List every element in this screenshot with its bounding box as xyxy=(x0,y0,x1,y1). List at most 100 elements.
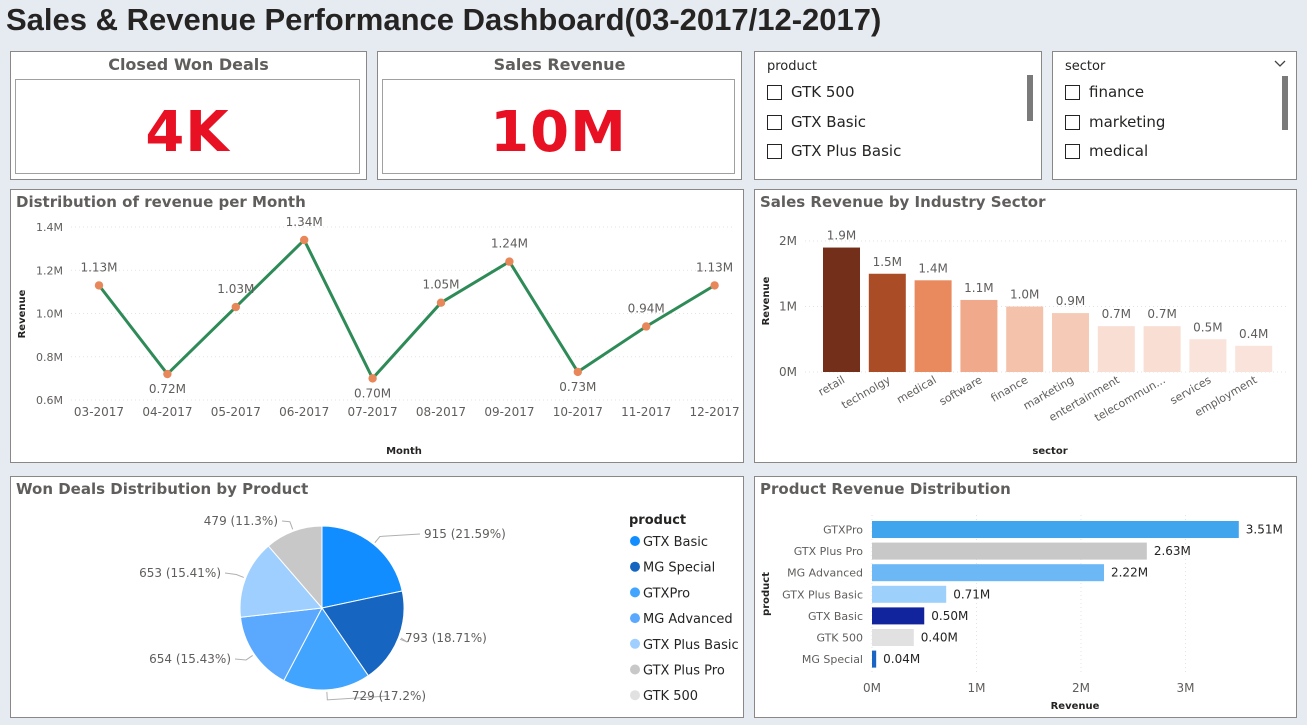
y-tick-label: 2M xyxy=(779,234,797,248)
x-tick-label: 04-2017 xyxy=(142,405,192,419)
sector-bar xyxy=(868,273,906,372)
x-tick-label: 03-2017 xyxy=(74,405,124,419)
slicer-header: sector xyxy=(1065,59,1106,74)
revenue-per-month-chart[interactable]: Distribution of revenue per Month 0.6M 0.… xyxy=(10,189,744,463)
sector-bar xyxy=(823,247,860,372)
y-tick-label: 1.0M xyxy=(36,308,63,321)
chevron-down-icon[interactable] xyxy=(1274,60,1286,68)
product-bar xyxy=(872,542,1147,560)
data-label: 1.13M xyxy=(80,260,117,274)
legend-label: MG Advanced xyxy=(643,612,733,627)
x-tick-label: technolgy xyxy=(839,373,893,412)
y-tick-label: 0.6M xyxy=(36,394,63,407)
data-label: 0.71M xyxy=(953,587,990,601)
x-tick-label: 2M xyxy=(1072,681,1090,695)
y-tick-label: MG Special xyxy=(802,653,863,666)
legend-marker xyxy=(630,690,640,701)
checkbox[interactable] xyxy=(767,84,782,100)
data-point xyxy=(505,257,514,266)
slicer-item-gtk-500[interactable]: GTK 500 xyxy=(767,83,855,101)
kpi-card-won-deals[interactable]: Closed Won Deals 4K xyxy=(10,51,367,180)
legend-marker xyxy=(630,587,640,598)
x-tick-label: 09-2017 xyxy=(484,405,534,419)
legend-label: GTX Plus Basic xyxy=(643,638,739,653)
x-tick-label: 10-2017 xyxy=(553,405,603,419)
legend-label: GTK 500 xyxy=(643,689,698,704)
revenue-by-sector-chart[interactable]: Sales Revenue by Industry Sector 0M 1M 2M 1… xyxy=(754,189,1297,463)
product-bar xyxy=(872,607,925,625)
kpi-value: 4K xyxy=(145,100,230,165)
data-point xyxy=(436,298,446,307)
x-axis-title: sector xyxy=(1032,446,1067,457)
data-label: 0.9M xyxy=(1056,294,1085,308)
checkbox[interactable] xyxy=(767,114,782,130)
y-axis-title: product xyxy=(761,572,772,616)
slicer-item-gtx-plus-basic[interactable]: GTX Plus Basic xyxy=(767,142,901,160)
product-bar xyxy=(872,629,914,646)
x-tick-label: 11-2017 xyxy=(621,405,671,419)
sector-slicer[interactable]: sector finance marketing medical xyxy=(1052,51,1297,180)
scrollbar[interactable] xyxy=(1027,75,1033,121)
legend-marker xyxy=(630,664,640,675)
x-tick-label: software xyxy=(937,373,985,408)
slicer-item-marketing[interactable]: marketing xyxy=(1065,113,1165,131)
x-tick-label: 05-2017 xyxy=(211,405,261,419)
x-tick-label: 07-2017 xyxy=(348,405,398,419)
y-tick-label: 1.2M xyxy=(36,264,63,277)
slice-label: 793 (18.71%) xyxy=(405,631,487,645)
checkbox[interactable] xyxy=(1065,114,1080,130)
data-label: 0.50M xyxy=(931,609,968,623)
data-label: 3.51M xyxy=(1246,523,1283,537)
y-tick-label: GTXPro xyxy=(823,524,863,537)
checkbox[interactable] xyxy=(1065,84,1080,100)
scrollbar[interactable] xyxy=(1282,76,1288,130)
data-point xyxy=(300,235,309,245)
sector-bar xyxy=(1097,326,1135,372)
pie-chart-svg: 915 (21.59%) 793 (18.71%) 729 (17.2%) 654 (… xyxy=(139,513,739,704)
slicer-item-medical[interactable]: medical xyxy=(1065,142,1148,160)
legend-label: GTXPro xyxy=(643,586,690,601)
slice-label: 729 (17.2%) xyxy=(352,689,426,703)
checkbox[interactable] xyxy=(767,143,782,159)
data-label: 1.9M xyxy=(827,229,856,243)
revenue-line xyxy=(97,237,716,382)
data-label: 0.7M xyxy=(1102,307,1131,321)
kpi-title: Sales Revenue xyxy=(493,55,626,74)
legend-title: product xyxy=(629,513,686,528)
data-point xyxy=(642,322,651,331)
data-label: 1.4M xyxy=(918,261,947,275)
kpi-card-sales-revenue[interactable]: Sales Revenue 10M xyxy=(377,51,742,180)
product-revenue-chart[interactable]: Product Revenue Distribution 0M 1M 2M 3M GTX… xyxy=(754,476,1297,718)
data-label: 2.22M xyxy=(1111,566,1148,580)
leader-line xyxy=(374,533,421,544)
data-label: 0.7M xyxy=(1147,307,1176,321)
won-deals-pie-chart[interactable]: Won Deals Distribution by Product 915 (2… xyxy=(10,476,744,718)
data-label: 1.24M xyxy=(491,237,528,251)
y-tick-label: GTX Plus Pro xyxy=(794,545,863,558)
sector-bar xyxy=(960,299,998,372)
slicer-item-gtx-basic[interactable]: GTX Basic xyxy=(767,113,866,131)
y-tick-label: GTX Basic xyxy=(808,610,863,623)
sector-bar xyxy=(914,280,952,372)
product-slicer[interactable]: product GTK 500 GTX Basic GTX Plus Basic xyxy=(754,51,1042,180)
data-point xyxy=(163,369,172,379)
data-label: 2.63M xyxy=(1154,544,1191,558)
checkbox[interactable] xyxy=(1065,143,1080,159)
slicer-item-finance[interactable]: finance xyxy=(1065,83,1144,101)
leader-line xyxy=(224,572,244,578)
product-bar xyxy=(872,521,1239,538)
y-tick-label: 0.8M xyxy=(36,351,63,364)
product-bar xyxy=(872,564,1104,582)
sector-bar xyxy=(1143,326,1181,372)
legend-marker xyxy=(630,613,640,624)
data-point xyxy=(368,374,377,383)
x-tick-label: 12-2017 xyxy=(690,405,740,419)
data-label: 1.5M xyxy=(873,255,902,269)
legend-marker xyxy=(630,561,640,572)
x-tick-label: 3M xyxy=(1177,681,1195,695)
data-point xyxy=(573,367,582,377)
data-label: 0.4M xyxy=(1239,327,1268,341)
x-tick-label: 1M xyxy=(968,681,986,695)
data-label: 0.40M xyxy=(921,631,958,645)
dashboard-title: Sales & Revenue Performance Dashboard(03… xyxy=(6,2,882,37)
